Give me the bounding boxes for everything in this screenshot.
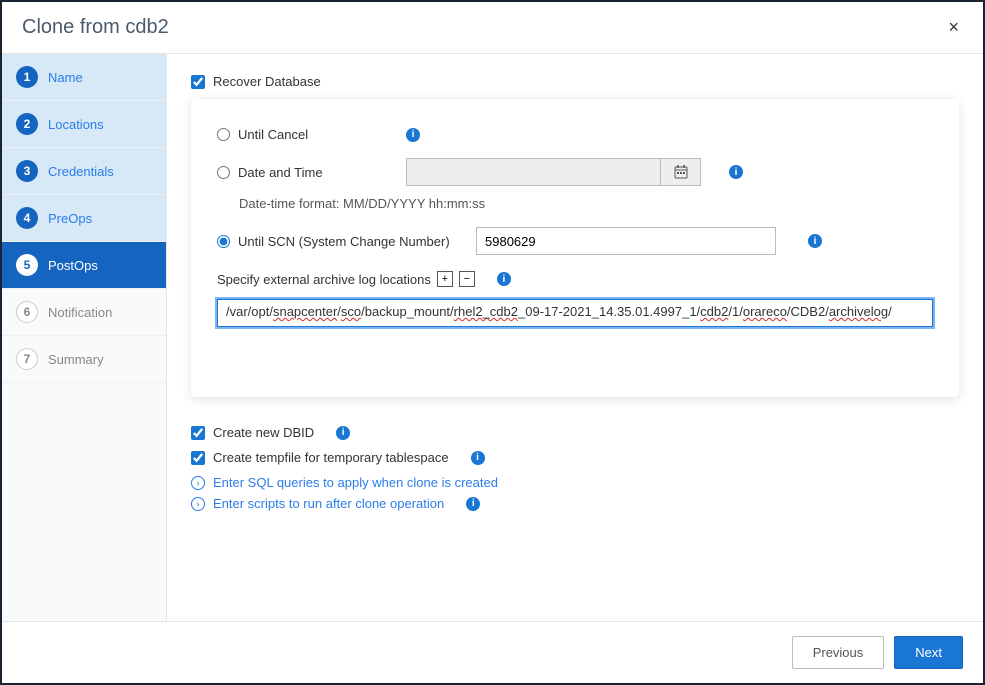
recover-database-row: Recover Database bbox=[191, 74, 959, 89]
wizard-steps: 1 Name 2 Locations 3 Credentials 4 PreOp… bbox=[2, 54, 167, 621]
remove-location-button[interactable]: − bbox=[459, 271, 475, 287]
info-icon[interactable]: i bbox=[336, 426, 350, 440]
step-label: Credentials bbox=[48, 164, 114, 179]
step-label: Name bbox=[48, 70, 83, 85]
chevron-right-icon: › bbox=[191, 497, 205, 511]
step-preops[interactable]: 4 PreOps bbox=[2, 195, 166, 242]
step-credentials[interactable]: 3 Credentials bbox=[2, 148, 166, 195]
previous-button[interactable]: Previous bbox=[792, 636, 885, 669]
until-cancel-label: Until Cancel bbox=[238, 127, 398, 142]
step-label: Summary bbox=[48, 352, 104, 367]
info-icon[interactable]: i bbox=[471, 451, 485, 465]
scn-input[interactable] bbox=[476, 227, 776, 255]
clone-wizard-modal: Clone from cdb2 × 1 Name 2 Locations 3 C… bbox=[0, 0, 985, 685]
archive-log-path-input[interactable]: /var/opt/snapcenter/sco/backup_mount/rhe… bbox=[217, 299, 933, 327]
scripts-label: Enter scripts to run after clone operati… bbox=[213, 496, 444, 511]
modal-header: Clone from cdb2 × bbox=[2, 2, 983, 54]
info-icon[interactable]: i bbox=[497, 272, 511, 286]
add-location-button[interactable]: + bbox=[437, 271, 453, 287]
step-postops[interactable]: 5 PostOps bbox=[2, 242, 166, 289]
info-icon[interactable]: i bbox=[808, 234, 822, 248]
modal-body: 1 Name 2 Locations 3 Credentials 4 PreOp… bbox=[2, 54, 983, 621]
tempfile-checkbox[interactable] bbox=[191, 451, 205, 465]
tempfile-label: Create tempfile for temporary tablespace bbox=[213, 450, 449, 465]
until-scn-radio[interactable] bbox=[217, 235, 230, 248]
step-badge: 6 bbox=[16, 301, 38, 323]
archive-log-label: Specify external archive log locations bbox=[217, 272, 431, 287]
calendar-button[interactable] bbox=[661, 158, 701, 186]
modal-title: Clone from cdb2 bbox=[22, 16, 169, 39]
step-label: Locations bbox=[48, 117, 104, 132]
datetime-label: Date and Time bbox=[238, 165, 398, 180]
new-dbid-label: Create new DBID bbox=[213, 425, 314, 440]
recover-database-label: Recover Database bbox=[213, 74, 321, 89]
step-locations[interactable]: 2 Locations bbox=[2, 101, 166, 148]
until-cancel-row: Until Cancel i bbox=[217, 127, 933, 142]
step-name[interactable]: 1 Name bbox=[2, 54, 166, 101]
modal-footer: Previous Next bbox=[2, 621, 983, 683]
datetime-input[interactable] bbox=[406, 158, 661, 186]
sql-queries-label: Enter SQL queries to apply when clone is… bbox=[213, 475, 498, 490]
step-badge: 7 bbox=[16, 348, 38, 370]
until-scn-label: Until SCN (System Change Number) bbox=[238, 234, 468, 249]
close-button[interactable]: × bbox=[944, 17, 963, 38]
scripts-link[interactable]: › Enter scripts to run after clone opera… bbox=[191, 496, 959, 511]
until-cancel-radio[interactable] bbox=[217, 128, 230, 141]
recover-database-checkbox[interactable] bbox=[191, 75, 205, 89]
calendar-icon bbox=[674, 165, 688, 179]
archive-log-label-row: Specify external archive log locations +… bbox=[217, 271, 933, 287]
step-label: Notification bbox=[48, 305, 112, 320]
datetime-row: Date and Time i bbox=[217, 158, 933, 186]
step-summary[interactable]: 7 Summary bbox=[2, 336, 166, 383]
datetime-format-hint: Date-time format: MM/DD/YYYY hh:mm:ss bbox=[239, 196, 933, 211]
step-notification[interactable]: 6 Notification bbox=[2, 289, 166, 336]
new-dbid-checkbox[interactable] bbox=[191, 426, 205, 440]
next-button[interactable]: Next bbox=[894, 636, 963, 669]
datetime-group bbox=[406, 158, 701, 186]
step-badge: 5 bbox=[16, 254, 38, 276]
step-badge: 4 bbox=[16, 207, 38, 229]
step-badge: 1 bbox=[16, 66, 38, 88]
tempfile-row: Create tempfile for temporary tablespace… bbox=[191, 450, 959, 465]
step-badge: 2 bbox=[16, 113, 38, 135]
info-icon[interactable]: i bbox=[406, 128, 420, 142]
recover-options-card: Until Cancel i Date and Time i Date bbox=[191, 99, 959, 397]
postops-content: Recover Database Until Cancel i Date and… bbox=[167, 54, 983, 621]
chevron-right-icon: › bbox=[191, 476, 205, 490]
info-icon[interactable]: i bbox=[729, 165, 743, 179]
step-label: PreOps bbox=[48, 211, 92, 226]
until-scn-row: Until SCN (System Change Number) i bbox=[217, 227, 933, 255]
sql-queries-link[interactable]: › Enter SQL queries to apply when clone … bbox=[191, 475, 959, 490]
info-icon[interactable]: i bbox=[466, 497, 480, 511]
new-dbid-row: Create new DBID i bbox=[191, 425, 959, 440]
datetime-radio[interactable] bbox=[217, 166, 230, 179]
step-badge: 3 bbox=[16, 160, 38, 182]
step-label: PostOps bbox=[48, 258, 98, 273]
